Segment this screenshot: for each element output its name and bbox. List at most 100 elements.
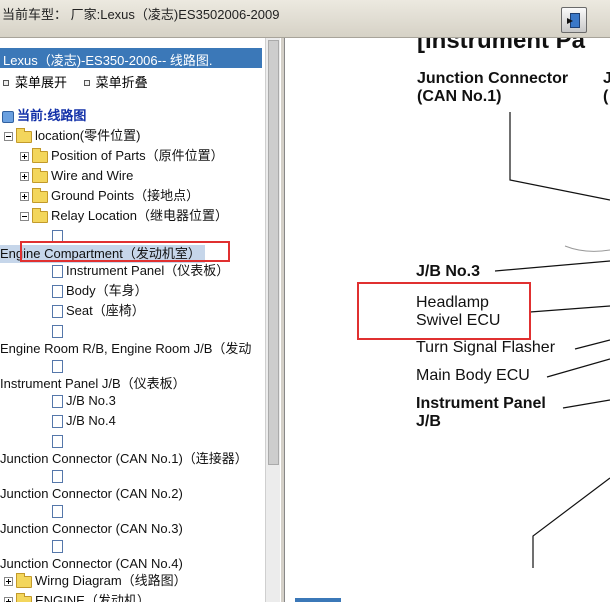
home-icon [2, 110, 14, 123]
tree-node-wire-and-wire[interactable]: Wire and Wire [20, 167, 133, 185]
menu-collapse-button[interactable]: 菜单折叠 [81, 72, 148, 91]
leader-line-headlamp [529, 305, 610, 313]
exit-button[interactable] [561, 7, 587, 33]
tree-node-label: location(零件位置) [35, 128, 141, 143]
leader-line-ip [562, 399, 610, 409]
arrow-icon [567, 18, 573, 24]
tree-node-label: Instrument Panel（仪表板） [66, 263, 230, 278]
page-icon [52, 265, 63, 279]
page-icon [52, 505, 63, 519]
scrollbar-thumb[interactable] [268, 40, 279, 465]
folder-icon [32, 147, 48, 163]
page-icon [52, 325, 63, 339]
bottom-tab[interactable] [295, 598, 341, 602]
diagram-heading: [Instrument Pa [417, 38, 586, 54]
highlight-box [20, 241, 230, 262]
title-bar: 当前车型： 厂家:Lexus（凌志)ES3502006-2009 [0, 0, 610, 38]
tree-node-label: ENGINE（发动机） [35, 593, 150, 602]
tree-node-junction-can2[interactable]: Junction Connector (CAN No.2) [0, 485, 183, 503]
label-jb-no3: J/B No.3 [416, 263, 481, 280]
collapse-icon[interactable] [20, 212, 29, 222]
tree-node-location[interactable]: location(零件位置) [4, 127, 140, 145]
tree-node-label: Junction Connector (CAN No.2) [0, 486, 183, 501]
tree-node-label: Wire and Wire [51, 168, 134, 183]
tree-panel: Lexus（凌志)-ES350-2006-- 线路图. 菜单展开 菜单折叠 当前… [0, 38, 280, 602]
tree-node-jb-no4[interactable]: J/B No.4 [52, 412, 116, 430]
tree-node-label: Position of Parts（原件位置） [51, 148, 224, 163]
leader-line-turn [574, 339, 610, 350]
folder-icon [16, 572, 32, 588]
tree-node-position-of-parts[interactable]: Position of Parts（原件位置） [20, 147, 224, 165]
page-icon [52, 395, 63, 409]
diagram-panel: [Instrument Pa Junction Connector (CAN N… [285, 38, 610, 602]
tree-node-label: Junction Connector (CAN No.4) [0, 556, 183, 571]
tree-leaf[interactable] [52, 357, 66, 375]
tree-leaf[interactable] [52, 502, 66, 520]
menu-collapse-label: 菜单折叠 [95, 75, 148, 90]
tree-node-junction-can3[interactable]: Junction Connector (CAN No.3) [0, 520, 183, 538]
tree-leaf[interactable] [52, 467, 66, 485]
label-right-cut: J [603, 70, 610, 87]
tree-node-label: Seat（座椅） [66, 303, 145, 318]
tree-node-relay-location[interactable]: Relay Location（继电器位置） [20, 207, 228, 225]
bullet-icon [83, 80, 90, 87]
tree-node-label: Wirng Diagram（线路图） [35, 573, 187, 588]
highlight-box [357, 282, 531, 340]
tree-node-ground-points[interactable]: Ground Points（接地点） [20, 187, 199, 205]
bullet-icon [3, 80, 9, 87]
tree-leaf[interactable] [52, 537, 66, 555]
label-instrument-panel: Instrument Panel [416, 395, 546, 412]
folder-open-icon [16, 127, 32, 143]
tree-node-jb-no3[interactable]: J/B No.3 [52, 392, 116, 410]
tree-node-label: Junction Connector (CAN No.3) [0, 521, 183, 536]
tree-root-current[interactable]: 当前:线路图 [2, 107, 86, 125]
tree-node-wiring-diagram[interactable]: Wirng Diagram（线路图） [4, 572, 187, 590]
leader-line-lower [532, 477, 610, 568]
page-icon [52, 470, 63, 484]
label-turn-signal: Turn Signal Flasher [416, 339, 556, 356]
expand-icon[interactable] [4, 597, 13, 602]
tree-root-label: 当前:线路图 [17, 108, 87, 123]
tree-node-junction-can1[interactable]: Junction Connector (CAN No.1)（连接器） [0, 450, 248, 468]
menu-row: 菜单展开 菜单折叠 [0, 72, 158, 90]
collapse-icon[interactable] [4, 132, 13, 142]
leader-line-jc [509, 112, 610, 201]
tree-node-label: Body（车身） [66, 283, 148, 298]
tree-node-label: Ground Points（接地点） [51, 188, 200, 203]
menu-expand-button[interactable]: 菜单展开 [0, 72, 67, 91]
tree-leaf[interactable] [52, 322, 66, 340]
tree-node-label: J/B No.3 [66, 393, 116, 408]
tree-node-engine-room-rb[interactable]: Engine Room R/B, Engine Room J/B（发动 [0, 340, 251, 358]
tree-scrollbar[interactable] [265, 38, 280, 602]
label-can-no1: (CAN No.1) [417, 88, 502, 105]
tree-node-engine[interactable]: ENGINE（发动机） [4, 592, 150, 602]
label-main-body-ecu: Main Body ECU [416, 367, 530, 384]
label-jb: J/B [416, 413, 441, 430]
tree-node-junction-can4[interactable]: Junction Connector (CAN No.4) [0, 555, 183, 573]
tree-node-label: Junction Connector (CAN No.1)（连接器） [0, 451, 248, 466]
tree-node-instrument-panel[interactable]: Instrument Panel（仪表板） [52, 262, 229, 280]
page-icon [52, 360, 63, 374]
page-icon [52, 305, 63, 319]
expand-icon[interactable] [20, 172, 29, 182]
folder-icon [16, 592, 32, 602]
folder-open-icon [32, 207, 48, 223]
page-icon [52, 285, 63, 299]
expand-icon[interactable] [20, 192, 29, 202]
folder-icon [32, 187, 48, 203]
expand-icon[interactable] [20, 152, 29, 162]
tree-node-seat[interactable]: Seat（座椅） [52, 302, 145, 320]
label-right-cut-2: ( [603, 88, 609, 105]
tree-leaf[interactable] [52, 432, 66, 450]
leader-line-jb3 [494, 260, 610, 272]
tree-node-instrument-panel-jb[interactable]: Instrument Panel J/B（仪表板） [0, 375, 186, 393]
tree-node-label: Engine Room R/B, Engine Room J/B（发动 [0, 341, 252, 356]
expand-icon[interactable] [4, 577, 13, 587]
page-icon [52, 540, 63, 554]
tree-node-body[interactable]: Body（车身） [52, 282, 148, 300]
tree-node-label: Instrument Panel J/B（仪表板） [0, 376, 186, 391]
page-icon [52, 415, 63, 429]
label-junction-connector: Junction Connector [417, 70, 569, 87]
car-outline-curve [564, 245, 610, 252]
tree-node-label: J/B No.4 [66, 413, 116, 428]
